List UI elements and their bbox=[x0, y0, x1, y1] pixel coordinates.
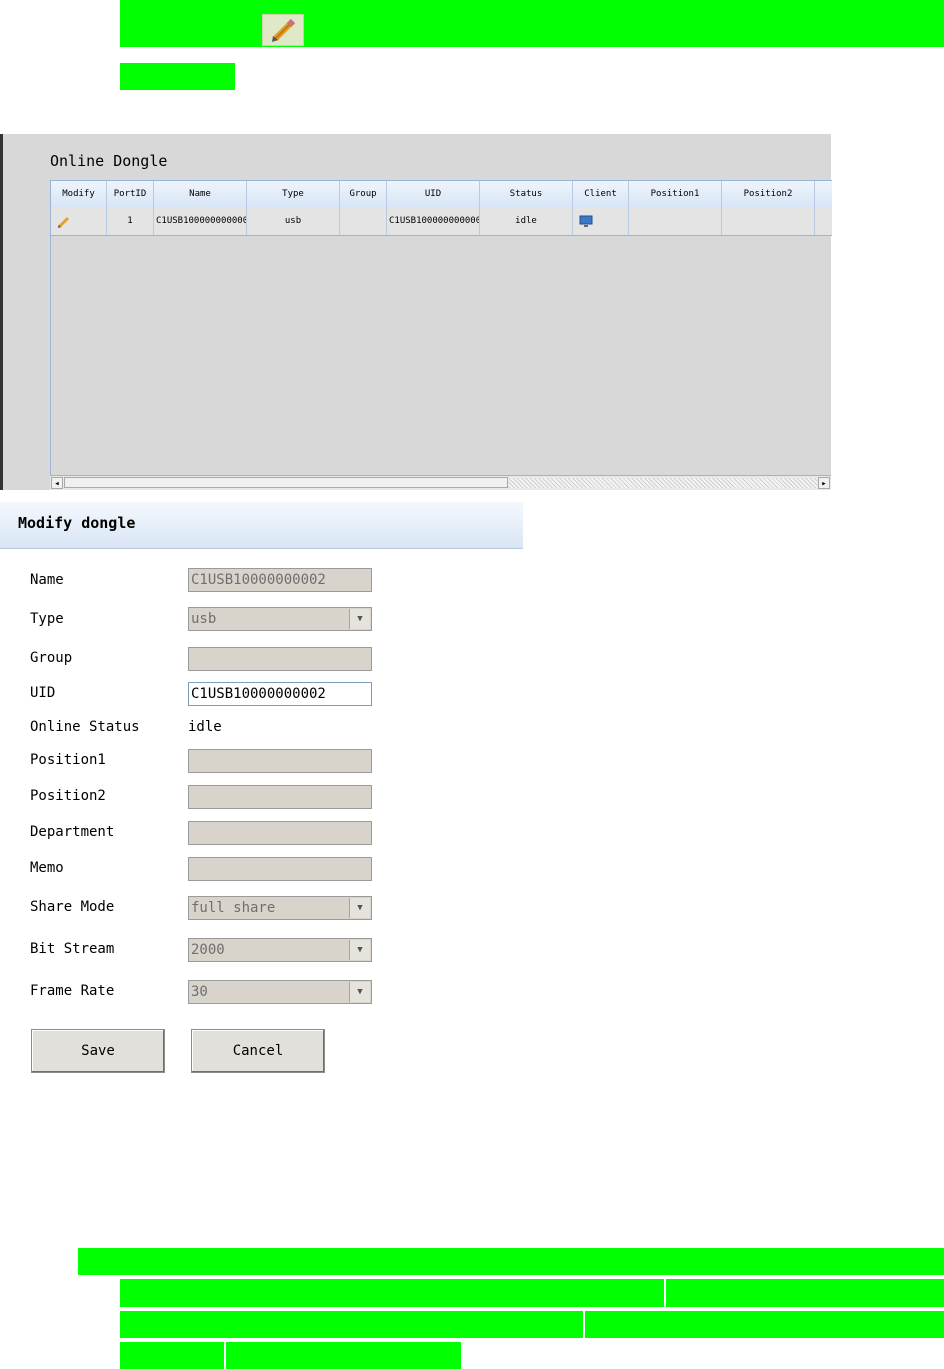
panel-edge bbox=[0, 134, 3, 490]
label-memo: Memo bbox=[30, 860, 64, 876]
modify-dialog-title: Modify dongle bbox=[18, 514, 136, 532]
col-header-modify[interactable]: Modify bbox=[51, 181, 107, 208]
modify-cell[interactable] bbox=[51, 208, 107, 235]
label-share-mode: Share Mode bbox=[30, 899, 115, 915]
position1-field[interactable] bbox=[188, 749, 372, 773]
client-cell[interactable] bbox=[573, 208, 629, 235]
label-online-status: Online Status bbox=[30, 719, 140, 735]
bit-stream-select[interactable]: 2000 ▼ bbox=[188, 938, 372, 962]
table-row[interactable]: 1 C1USB1000000000002 usb C1USB1000000000… bbox=[51, 208, 832, 236]
highlight-bar-4a bbox=[120, 1342, 224, 1369]
col-header-portid[interactable]: PortID bbox=[107, 181, 154, 208]
label-bit-stream: Bit Stream bbox=[30, 941, 115, 957]
label-position1: Position1 bbox=[30, 752, 106, 768]
label-type: Type bbox=[30, 611, 64, 627]
highlight-bar-small bbox=[120, 63, 235, 90]
col-header-position1[interactable]: Position1 bbox=[629, 181, 722, 208]
col-header-group[interactable]: Group bbox=[340, 181, 387, 208]
label-department: Department bbox=[30, 824, 115, 840]
group-cell bbox=[340, 208, 387, 235]
group-field[interactable] bbox=[188, 647, 372, 671]
highlight-bar-3a bbox=[120, 1311, 583, 1338]
highlight-bar-4b bbox=[226, 1342, 461, 1369]
position2-field[interactable] bbox=[188, 785, 372, 809]
highlight-bar-3b bbox=[585, 1311, 944, 1338]
highlight-bar-2b bbox=[666, 1279, 944, 1307]
grid-header: Modify PortID Name Type Group UID Status… bbox=[51, 180, 832, 209]
col-header-uid[interactable]: UID bbox=[387, 181, 480, 208]
department-field[interactable] bbox=[188, 821, 372, 845]
share-mode-value: full share bbox=[191, 900, 276, 916]
monitor-icon[interactable] bbox=[579, 215, 593, 228]
name-cell: C1USB1000000000002 bbox=[154, 208, 247, 235]
dongle-grid: Modify PortID Name Type Group UID Status… bbox=[50, 180, 832, 476]
chevron-down-icon[interactable]: ▼ bbox=[349, 982, 370, 1002]
pencil-icon bbox=[262, 14, 304, 46]
position2-cell bbox=[722, 208, 815, 235]
type-select[interactable]: usb ▼ bbox=[188, 607, 372, 631]
highlight-bar-top bbox=[120, 0, 944, 47]
label-name: Name bbox=[30, 572, 64, 588]
pencil-icon[interactable] bbox=[57, 215, 71, 229]
portid-cell: 1 bbox=[107, 208, 154, 235]
col-header-status[interactable]: Status bbox=[480, 181, 573, 208]
horizontal-scrollbar[interactable]: ◂ ▸ bbox=[50, 475, 831, 490]
scroll-left-arrow-icon[interactable]: ◂ bbox=[51, 477, 63, 489]
label-uid: UID bbox=[30, 685, 56, 701]
cancel-button[interactable]: Cancel bbox=[191, 1029, 325, 1073]
col-header-type[interactable]: Type bbox=[247, 181, 340, 208]
frame-rate-value: 30 bbox=[191, 984, 208, 1000]
highlight-bar-1 bbox=[78, 1248, 944, 1275]
scroll-thumb[interactable] bbox=[64, 477, 508, 488]
highlight-bar-2a bbox=[120, 1279, 664, 1307]
col-header-client[interactable]: Client bbox=[573, 181, 629, 208]
memo-field[interactable] bbox=[188, 857, 372, 881]
position1-cell bbox=[629, 208, 722, 235]
chevron-down-icon[interactable]: ▼ bbox=[349, 898, 370, 918]
label-frame-rate: Frame Rate bbox=[30, 983, 115, 999]
type-select-value: usb bbox=[191, 611, 217, 627]
online-dongle-title: Online Dongle bbox=[50, 152, 168, 170]
label-position2: Position2 bbox=[30, 788, 106, 804]
save-button[interactable]: Save bbox=[31, 1029, 165, 1073]
name-field[interactable]: C1USB10000000002 bbox=[188, 568, 372, 592]
status-cell: idle bbox=[480, 208, 573, 235]
frame-rate-select[interactable]: 30 ▼ bbox=[188, 980, 372, 1004]
chevron-down-icon[interactable]: ▼ bbox=[349, 609, 370, 629]
uid-cell: C1USB1000000000002 bbox=[387, 208, 480, 235]
col-header-position2[interactable]: Position2 bbox=[722, 181, 815, 208]
chevron-down-icon[interactable]: ▼ bbox=[349, 940, 370, 960]
share-mode-select[interactable]: full share ▼ bbox=[188, 896, 372, 920]
label-group: Group bbox=[30, 650, 73, 666]
bit-stream-value: 2000 bbox=[191, 942, 225, 958]
online-status-value: idle bbox=[188, 719, 222, 735]
uid-field[interactable]: C1USB10000000002 bbox=[188, 682, 372, 706]
type-cell: usb bbox=[247, 208, 340, 235]
scroll-right-arrow-icon[interactable]: ▸ bbox=[818, 477, 830, 489]
col-header-name[interactable]: Name bbox=[154, 181, 247, 208]
